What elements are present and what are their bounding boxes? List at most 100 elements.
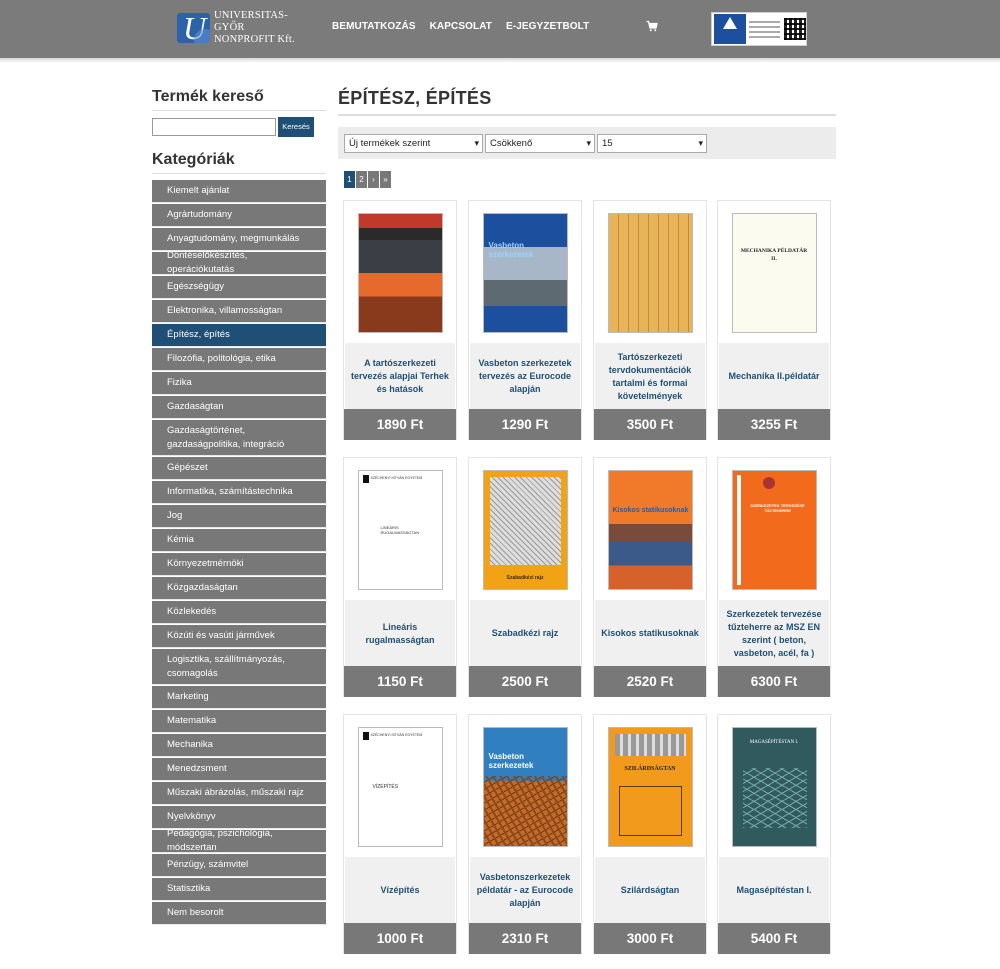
product-card[interactable]: SZILÁRDSÁGTAN Szilárdságtan 3000 Ft — [593, 714, 707, 954]
nav-kapcsolat[interactable]: KAPCSOLAT — [430, 21, 492, 32]
product-card[interactable]: SZÉCHENYI ISTVÁN EGYETEM VÍZÉPÍTÉS Vízép… — [343, 714, 457, 954]
product-card[interactable]: Kisokos statikusoknak Kisokos statikusok… — [593, 457, 707, 697]
page-2[interactable]: 2 — [356, 171, 367, 188]
category-item[interactable]: Műszaki ábrázolás, műszaki rajz — [152, 782, 326, 805]
category-item[interactable]: Közlekedés — [152, 601, 326, 624]
category-item[interactable]: Kiemelt ajánlat — [152, 180, 326, 203]
cover-title: SZILÁRDSÁGTAN — [624, 765, 676, 772]
category-item[interactable]: Anyagtudomány, megmunkálás — [152, 228, 326, 251]
product-name[interactable]: Szabadkézi rajz — [470, 600, 580, 667]
logo[interactable]: UNIVERSITAS-GYŐR NONPROFIT Kft. — [177, 10, 307, 45]
category-item[interactable]: Statisztika — [152, 878, 326, 901]
book-cover-image: SZILÁRDSÁGTAN — [608, 727, 692, 846]
product-cover[interactable] — [595, 202, 705, 343]
category-item[interactable]: Marketing — [152, 686, 326, 709]
product-card[interactable]: Vasbeton szerkezetek Vasbeton szerkezete… — [468, 200, 582, 440]
category-item[interactable]: Logisztika, szállítmányozás, csomagolás — [152, 649, 326, 685]
product-card[interactable]: A tartószerkezeti tervezés alapjai Terhe… — [343, 200, 457, 440]
product-name[interactable]: Mechanika II.példatár — [719, 343, 829, 410]
sort-by-select[interactable]: Új termékek szerint — [344, 134, 483, 153]
logo-line2: NONPROFIT Kft. — [214, 34, 295, 45]
product-name[interactable]: Tartószerkezeti tervdokumentációk tartal… — [595, 343, 705, 410]
cover-title: LINEÁRIS RUGALMASSÁGTAN — [380, 524, 420, 535]
product-cover[interactable]: Vasbeton szerkezetek — [470, 716, 580, 857]
category-item[interactable]: Elektronika, villamosságtan — [152, 300, 326, 323]
product-name[interactable]: Lineáris rugalmasságtan — [345, 600, 455, 667]
category-item[interactable]: Nem besorolt — [152, 902, 326, 925]
product-cover[interactable]: MAGASÉPÍTÉSTAN I. — [719, 716, 829, 857]
cover-subtitle: II. — [771, 255, 777, 262]
category-item-active[interactable]: Építész, építés — [152, 324, 326, 347]
cover-publisher: SZÉCHENYI ISTVÁN EGYETEM — [370, 475, 423, 480]
search-input[interactable] — [152, 118, 276, 136]
product-name[interactable]: Magasépítéstan I. — [719, 857, 829, 924]
product-card[interactable]: Szabadkézi rajz Szabadkézi rajz 2500 Ft — [468, 457, 582, 697]
category-item[interactable]: Fizika — [152, 372, 326, 395]
category-item[interactable]: Pedagógia, pszichológia, módszertan — [152, 828, 326, 853]
category-item[interactable]: Agrártudomány — [152, 204, 326, 227]
product-card[interactable]: MECHANIKA PÉLDATÁR II. Mechanika II.péld… — [717, 200, 831, 440]
category-item[interactable]: Nyelvkönyv — [152, 806, 326, 829]
product-name[interactable]: Szilárdságtan — [595, 857, 705, 924]
category-item[interactable]: Pénzügy, számvitel — [152, 854, 326, 877]
product-name[interactable]: Vasbeton szerkezetek tervezés az Eurocod… — [470, 343, 580, 410]
cover-title: SZERKEZETEK TERVEZÉSE TŰZTEHERRE — [750, 502, 805, 513]
category-item[interactable]: Mechanika — [152, 734, 326, 757]
category-item[interactable]: Gépészet — [152, 457, 326, 480]
page-1[interactable]: 1 — [344, 171, 355, 188]
book-cover-image: Vasbeton szerkezetek — [483, 727, 567, 846]
cover-diagram-strip — [614, 733, 686, 756]
category-item[interactable]: Egészségügy — [152, 276, 326, 299]
category-item[interactable]: Informatika, számítástechnika — [152, 481, 326, 504]
tuv-logo-icon — [714, 14, 746, 44]
order-select[interactable]: Csökkenő — [485, 134, 595, 153]
category-item[interactable]: Gazdaságtörténet, gazdaságpolitika, inte… — [152, 420, 326, 456]
product-card[interactable]: Tartószerkezeti tervdokumentációk tartal… — [593, 200, 707, 440]
certification-badge — [711, 12, 807, 46]
page-title: ÉPÍTÉSZ, ÉPÍTÉS — [338, 88, 492, 108]
cover-title: Vasbeton szerkezetek — [488, 751, 534, 770]
product-cover[interactable]: Szabadkézi rajz — [470, 459, 580, 600]
cover-title: VÍZÉPÍTÉS — [372, 783, 399, 790]
product-card[interactable]: Vasbeton szerkezetek Vasbetonszerkezetek… — [468, 714, 582, 954]
product-cover[interactable]: Kisokos statikusoknak — [595, 459, 705, 600]
category-item[interactable]: Döntéselőkészítés, operációkutatás — [152, 250, 326, 275]
product-cover[interactable]: MECHANIKA PÉLDATÁR II. — [719, 202, 829, 343]
book-cover-image: SZÉCHENYI ISTVÁN EGYETEM LINEÁRIS RUGALM… — [358, 470, 442, 589]
cart-icon[interactable] — [646, 20, 658, 32]
product-name[interactable]: Vasbetonszerkezetek példatár - az Euroco… — [470, 857, 580, 924]
product-price: 1150 Ft — [344, 666, 456, 697]
logo-icon — [177, 13, 210, 43]
product-name[interactable]: Kisokos statikusoknak — [595, 600, 705, 667]
product-name[interactable]: Szerkezetek tervezése tűzteherre az MSZ … — [719, 600, 829, 667]
seal-icon — [762, 476, 775, 489]
product-card[interactable]: MAGASÉPÍTÉSTAN I. Magasépítéstan I. 5400… — [717, 714, 831, 954]
product-name[interactable]: Vízépítés — [345, 857, 455, 924]
cover-title: Szabadkézi rajz — [506, 574, 544, 581]
product-cover[interactable] — [345, 202, 455, 343]
category-item[interactable]: Menedzsment — [152, 758, 326, 781]
category-item[interactable]: Filozófia, politológia, etika — [152, 348, 326, 371]
category-item[interactable]: Gazdaságtan — [152, 396, 326, 419]
product-card[interactable]: SZERKEZETEK TERVEZÉSE TŰZTEHERRE Szerkez… — [717, 457, 831, 697]
category-item[interactable]: Közgazdaságtan — [152, 577, 326, 600]
per-page-select[interactable]: 15 — [597, 134, 707, 153]
category-item[interactable]: Kémia — [152, 529, 326, 552]
search-button[interactable]: Keresés — [278, 117, 314, 137]
pagination: 1 2 › » — [344, 171, 391, 188]
product-name[interactable]: A tartószerkezeti tervezés alapjai Terhe… — [345, 343, 455, 410]
product-cover[interactable]: SZÉCHENYI ISTVÁN EGYETEM VÍZÉPÍTÉS — [345, 716, 455, 857]
product-cover[interactable]: Vasbeton szerkezetek — [470, 202, 580, 343]
category-item[interactable]: Jog — [152, 505, 326, 528]
next-page[interactable]: › — [368, 171, 379, 188]
product-cover[interactable]: SZÉCHENYI ISTVÁN EGYETEM LINEÁRIS RUGALM… — [345, 459, 455, 600]
category-item[interactable]: Közúti és vasúti járművek — [152, 625, 326, 648]
category-item[interactable]: Matematika — [152, 710, 326, 733]
product-cover[interactable]: SZERKEZETEK TERVEZÉSE TŰZTEHERRE — [719, 459, 829, 600]
category-item[interactable]: Környezetmérnöki — [152, 553, 326, 576]
last-page[interactable]: » — [380, 171, 391, 188]
product-cover[interactable]: SZILÁRDSÁGTAN — [595, 716, 705, 857]
product-card[interactable]: SZÉCHENYI ISTVÁN EGYETEM LINEÁRIS RUGALM… — [343, 457, 457, 697]
nav-e-jegyzetbolt[interactable]: E-JEGYZETBOLT — [506, 21, 589, 32]
nav-bemutatkozas[interactable]: BEMUTATKOZÁS — [332, 21, 416, 32]
